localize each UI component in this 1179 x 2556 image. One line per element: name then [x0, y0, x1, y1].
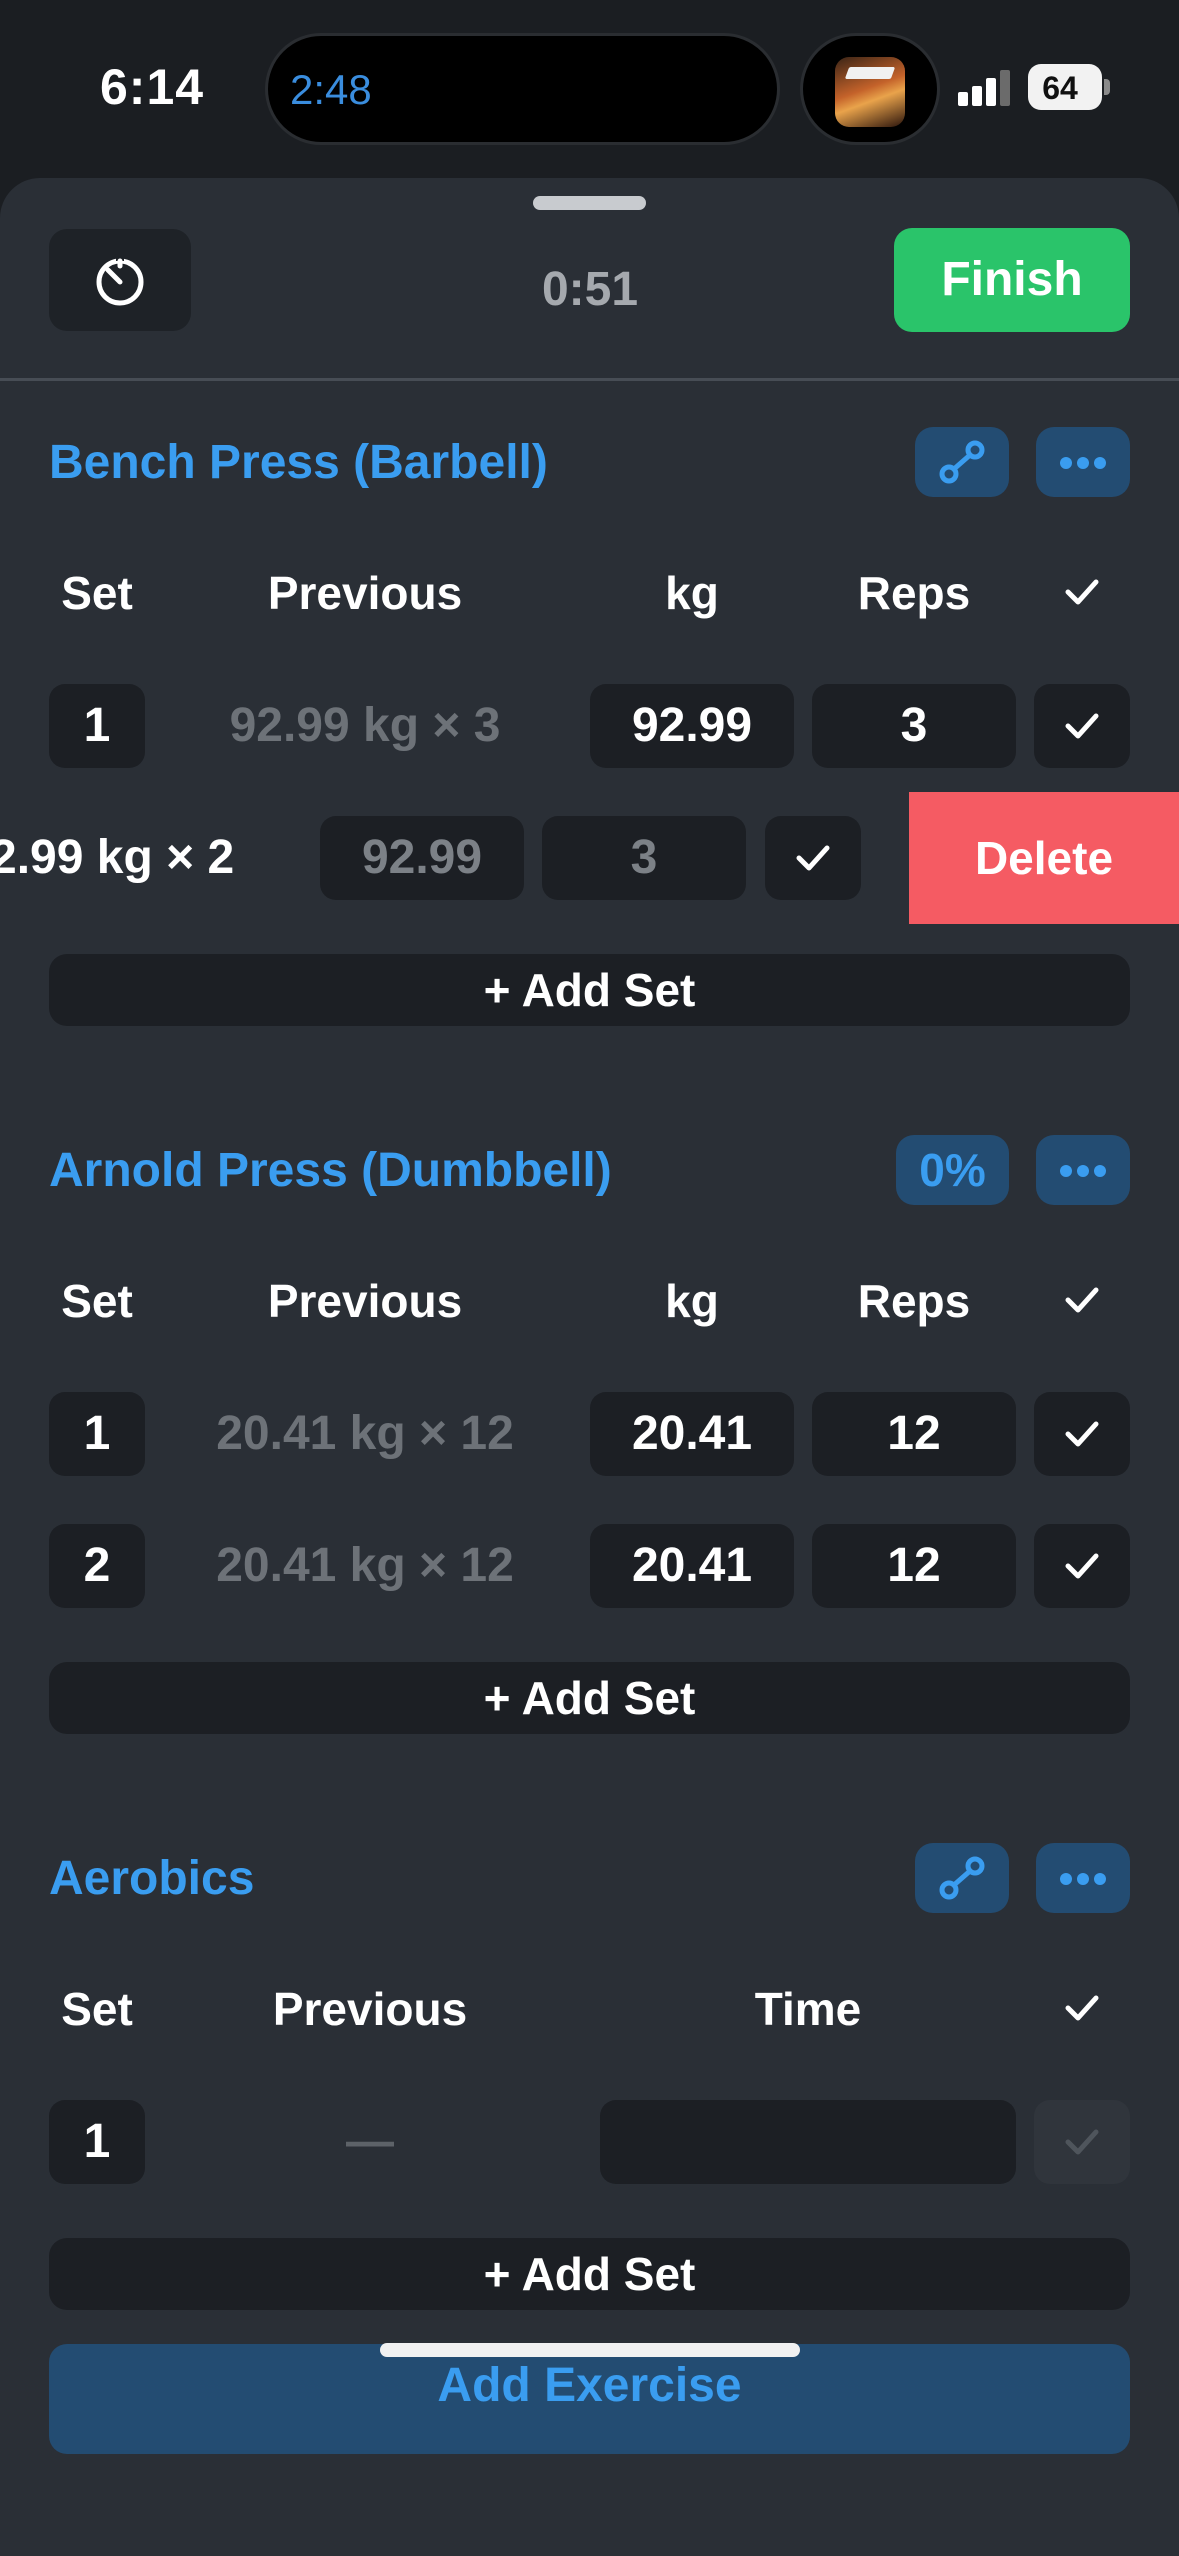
column-header-set: Set — [61, 1983, 133, 2035]
checkmark-icon — [796, 845, 830, 871]
live-activity-media[interactable] — [800, 33, 940, 145]
finish-button[interactable]: Finish — [894, 228, 1130, 332]
album-art-icon — [835, 57, 905, 127]
delete-set-button[interactable]: Delete — [909, 792, 1179, 924]
set-number[interactable]: 1 — [49, 684, 145, 768]
column-header-reps: Reps — [857, 1275, 971, 1327]
exercise-progress-button[interactable]: 0% — [896, 1135, 1009, 1205]
previous-value[interactable]: 2.99 kg × 2 — [0, 816, 234, 900]
set-number[interactable]: 2 — [49, 1524, 145, 1608]
link-icon — [939, 1856, 985, 1900]
column-header-previous: Previous — [272, 1983, 468, 2035]
previous-value[interactable]: 20.41 kg × 12 — [190, 1524, 540, 1608]
previous-value[interactable]: — — [215, 2100, 525, 2184]
battery-nub — [1104, 79, 1110, 95]
time-input[interactable] — [600, 2100, 1016, 2184]
complete-set-button[interactable] — [1034, 684, 1130, 768]
exercise-title[interactable]: Aerobics — [49, 1851, 254, 1906]
reps-input[interactable]: 3 — [812, 684, 1016, 768]
exercise-link-button[interactable] — [915, 1843, 1009, 1913]
exercise-title[interactable]: Bench Press (Barbell) — [49, 435, 548, 490]
complete-set-button[interactable] — [765, 816, 861, 900]
column-header-complete — [1034, 562, 1130, 622]
set-number[interactable]: 1 — [49, 2100, 145, 2184]
sheet-grabber[interactable] — [533, 196, 646, 210]
checkmark-icon — [1065, 713, 1099, 739]
column-header-complete — [1034, 1978, 1130, 2038]
header-divider — [0, 378, 1179, 381]
checkmark-icon — [1065, 1421, 1099, 1447]
live-activity-timer[interactable]: 2:48 — [265, 33, 780, 145]
reps-input[interactable]: 3 — [542, 816, 746, 900]
elapsed-time: 0:51 — [541, 263, 639, 316]
column-header-kg: kg — [665, 567, 719, 619]
exercise-more-button[interactable] — [1036, 427, 1130, 497]
complete-set-button[interactable] — [1034, 2100, 1130, 2184]
column-header-previous: Previous — [267, 567, 463, 619]
rest-timer-button[interactable] — [49, 229, 191, 331]
column-header-set: Set — [61, 567, 133, 619]
link-icon — [939, 440, 985, 484]
column-header-reps: Reps — [857, 567, 971, 619]
weight-input[interactable]: 92.99 — [590, 684, 794, 768]
battery-level: 64 — [1042, 70, 1078, 106]
timer-icon — [96, 255, 144, 306]
exercise-link-button[interactable] — [915, 427, 1009, 497]
weight-input[interactable]: 20.41 — [590, 1524, 794, 1608]
status-time: 6:14 — [100, 59, 205, 115]
column-header-set: Set — [61, 1275, 133, 1327]
home-indicator[interactable] — [380, 2343, 800, 2357]
workout-sheet: 0:51 Finish Bench Press (Barbell) Set Pr… — [0, 178, 1179, 2556]
checkmark-icon — [1065, 2129, 1099, 2155]
cellular-signal-icon — [958, 70, 1012, 106]
add-set-button[interactable]: + Add Set — [49, 2238, 1130, 2310]
checkmark-icon — [1065, 579, 1099, 605]
column-header-time: Time — [754, 1983, 862, 2035]
checkmark-icon — [1065, 1553, 1099, 1579]
add-set-button[interactable]: + Add Set — [49, 1662, 1130, 1734]
battery-icon: 64 — [1028, 64, 1102, 110]
weight-input[interactable]: 20.41 — [590, 1392, 794, 1476]
add-exercise-button[interactable]: Add Exercise — [49, 2344, 1130, 2454]
exercise-more-button[interactable] — [1036, 1843, 1130, 1913]
status-bar: 6:14 2:48 64 — [0, 0, 1179, 176]
add-set-button[interactable]: + Add Set — [49, 954, 1130, 1026]
exercise-title[interactable]: Arnold Press (Dumbbell) — [49, 1143, 612, 1198]
live-activity-timer-text: 2:48 — [290, 66, 372, 113]
exercise-more-button[interactable] — [1036, 1135, 1130, 1205]
previous-value[interactable]: 92.99 kg × 3 — [190, 684, 540, 768]
column-header-previous: Previous — [267, 1275, 463, 1327]
reps-input[interactable]: 12 — [812, 1524, 1016, 1608]
weight-input[interactable]: 92.99 — [320, 816, 524, 900]
previous-value[interactable]: 20.41 kg × 12 — [190, 1392, 540, 1476]
reps-input[interactable]: 12 — [812, 1392, 1016, 1476]
column-header-kg: kg — [665, 1275, 719, 1327]
set-number[interactable]: 1 — [49, 1392, 145, 1476]
complete-set-button[interactable] — [1034, 1524, 1130, 1608]
checkmark-icon — [1065, 1287, 1099, 1313]
column-header-complete — [1034, 1270, 1130, 1330]
checkmark-icon — [1065, 1995, 1099, 2021]
complete-set-button[interactable] — [1034, 1392, 1130, 1476]
